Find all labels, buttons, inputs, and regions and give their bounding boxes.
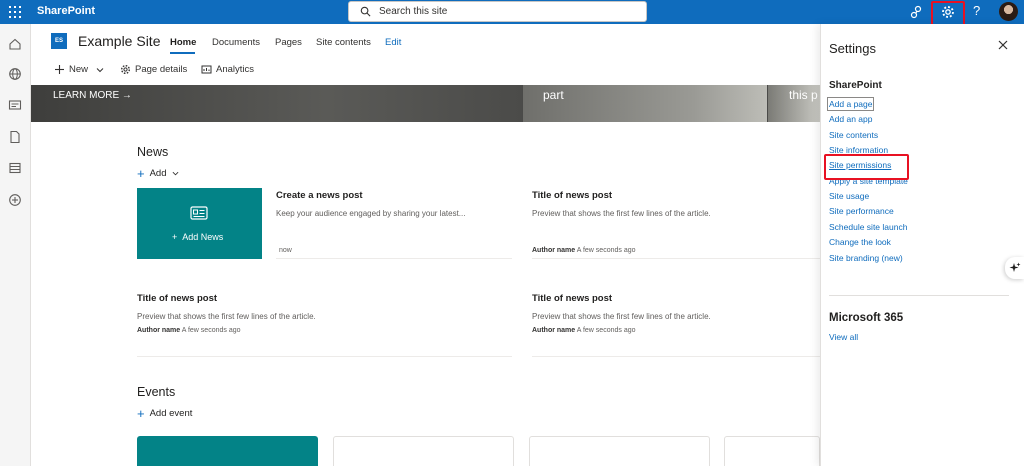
hero-banner: LEARN MORE → part this p	[31, 85, 820, 122]
plus-icon: +	[137, 405, 145, 421]
add-event-button[interactable]: + Add event	[137, 405, 193, 421]
change-the-look-link[interactable]: Change the look	[829, 237, 891, 247]
add-news-tile[interactable]: + Add News	[137, 188, 262, 259]
chevron-down-icon	[172, 171, 178, 176]
site-title[interactable]: Example Site	[78, 33, 160, 49]
search-placeholder: Search this site	[379, 6, 448, 17]
hero-tile-2-text: part	[543, 88, 564, 102]
events-heading: Events	[137, 385, 176, 399]
globe-icon[interactable]	[8, 67, 22, 81]
help-icon[interactable]: ?	[973, 3, 980, 18]
avatar[interactable]	[999, 2, 1018, 21]
gear-icon	[121, 65, 130, 74]
analytics-button[interactable]: Analytics	[201, 64, 254, 75]
learn-more-link[interactable]: LEARN MORE →	[53, 90, 132, 101]
add-news-tile-label: + Add News	[172, 232, 224, 242]
analytics-icon	[201, 65, 212, 74]
nav-active-indicator	[170, 52, 195, 54]
list-icon[interactable]	[8, 161, 22, 175]
app-launcher-icon[interactable]	[9, 6, 21, 18]
divider	[829, 295, 1009, 296]
event-card[interactable]	[137, 436, 318, 466]
site-performance-link[interactable]: Site performance	[829, 206, 894, 216]
add-event-label: Add event	[149, 408, 193, 419]
event-card[interactable]	[529, 436, 710, 466]
add-news-menu[interactable]: + Add	[137, 165, 179, 181]
sparkle-icon	[1009, 262, 1021, 272]
event-card[interactable]	[724, 436, 820, 466]
copilot-button[interactable]	[1005, 257, 1024, 279]
add-a-page-link[interactable]: Add a page	[826, 97, 875, 111]
page-details-label: Page details	[135, 64, 188, 75]
chevron-down-icon	[96, 67, 104, 72]
add-an-app-link[interactable]: Add an app	[829, 114, 872, 124]
nav-edit[interactable]: Edit	[385, 37, 401, 48]
news-icon[interactable]	[8, 98, 22, 112]
plus-icon: +	[137, 165, 145, 181]
document-icon[interactable]	[8, 130, 22, 144]
site-branding-link[interactable]: Site branding (new)	[829, 253, 903, 263]
create-news-desc: Keep your audience engaged by sharing yo…	[276, 209, 466, 218]
view-all-link[interactable]: View all	[829, 332, 858, 342]
suite-bar: SharePoint Search this site ?	[0, 0, 1024, 24]
divider	[276, 258, 512, 259]
home-icon[interactable]	[8, 37, 22, 51]
divider	[532, 258, 820, 259]
hero-tile-3-text: this p	[789, 88, 818, 102]
settings-title: Settings	[829, 41, 876, 56]
search-box[interactable]: Search this site	[348, 1, 647, 22]
new-label: New	[69, 64, 89, 75]
page-details-button[interactable]: Page details	[120, 64, 187, 75]
site-permissions-highlight-box	[824, 154, 909, 180]
news-post-title[interactable]: Title of news post	[532, 293, 612, 304]
create-news-meta: now	[279, 247, 292, 254]
site-usage-link[interactable]: Site usage	[829, 191, 869, 201]
close-icon[interactable]	[998, 40, 1008, 50]
schedule-site-launch-link[interactable]: Schedule site launch	[829, 222, 907, 232]
divider	[137, 356, 512, 357]
news-post-meta: Author name A few seconds ago	[532, 327, 636, 334]
news-post-meta: Author name A few seconds ago	[532, 247, 636, 254]
analytics-label: Analytics	[216, 64, 255, 75]
news-post-desc: Preview that shows the first few lines o…	[532, 312, 711, 321]
news-post-title[interactable]: Title of news post	[137, 293, 217, 304]
left-app-rail	[0, 24, 31, 466]
plus-icon	[55, 65, 64, 74]
nav-pages[interactable]: Pages	[275, 37, 302, 48]
sharepoint-section-heading: SharePoint	[829, 80, 882, 91]
news-icon	[190, 206, 208, 220]
create-icon[interactable]	[8, 193, 22, 207]
new-button[interactable]: New	[54, 64, 104, 75]
event-card[interactable]	[333, 436, 514, 466]
nav-documents[interactable]: Documents	[212, 37, 260, 48]
microsoft-365-heading: Microsoft 365	[829, 312, 904, 324]
news-post-desc: Preview that shows the first few lines o…	[137, 312, 316, 321]
news-post-title[interactable]: Title of news post	[532, 190, 612, 201]
divider	[532, 356, 820, 357]
news-post-meta: Author name A few seconds ago	[137, 327, 241, 334]
nav-home[interactable]: Home	[170, 37, 196, 48]
site-logo[interactable]: ES	[51, 33, 67, 49]
add-news-label: Add	[149, 168, 167, 179]
brand-label[interactable]: SharePoint	[37, 5, 95, 17]
nav-site-contents[interactable]: Site contents	[316, 37, 371, 48]
create-news-title[interactable]: Create a news post	[276, 190, 363, 201]
app-connections-icon[interactable]	[908, 4, 924, 20]
site-contents-link[interactable]: Site contents	[829, 130, 878, 140]
news-post-desc: Preview that shows the first few lines o…	[532, 209, 711, 218]
news-heading: News	[137, 145, 169, 159]
search-icon	[360, 6, 371, 17]
